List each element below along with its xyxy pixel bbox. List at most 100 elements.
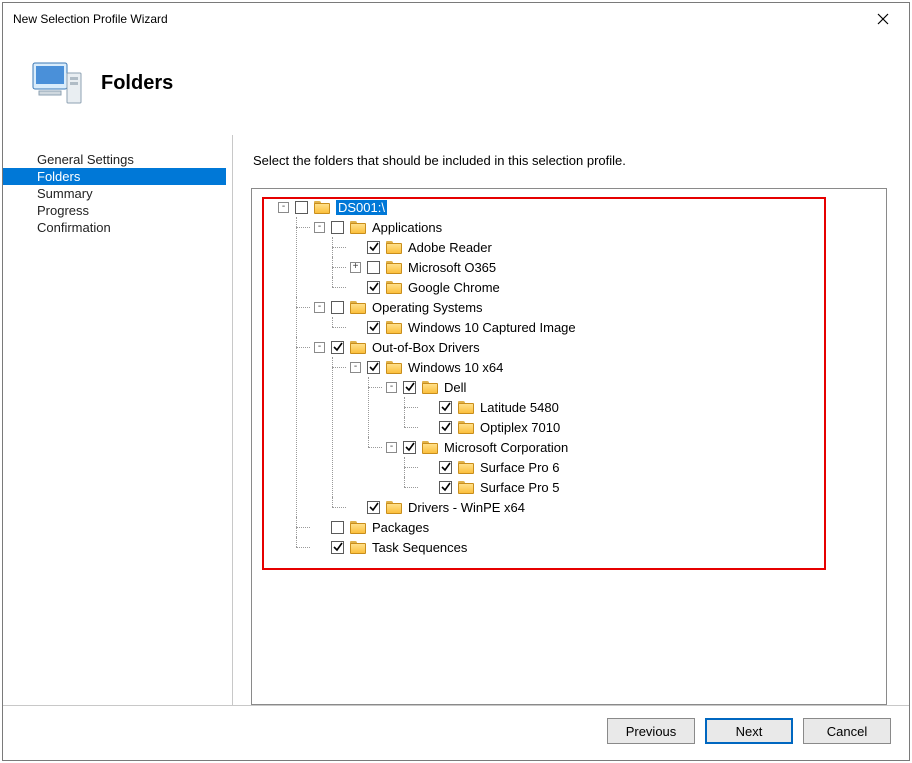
tree-node-label[interactable]: Packages	[372, 520, 429, 535]
tree-node: Windows 10 Captured Image	[332, 317, 882, 337]
tree-node-label[interactable]: Adobe Reader	[408, 240, 492, 255]
sidebar-item-confirmation[interactable]: Confirmation	[3, 219, 226, 236]
tree-node: - Operating Systems Windows 10 Captured Im…	[296, 297, 882, 337]
checkbox[interactable]	[403, 381, 416, 394]
folder-icon	[458, 480, 474, 494]
checkbox[interactable]	[331, 541, 344, 554]
checkbox[interactable]	[367, 241, 380, 254]
tree-row[interactable]: - Windows 10 x64	[350, 357, 503, 377]
tree-row[interactable]: Adobe Reader	[350, 237, 492, 257]
collapse-icon[interactable]: -	[314, 302, 325, 313]
tree-node: Surface Pro 6	[404, 457, 882, 477]
folder-icon	[350, 340, 366, 354]
cancel-button[interactable]: Cancel	[803, 718, 891, 744]
tree-node-label[interactable]: Drivers - WinPE x64	[408, 500, 525, 515]
checkbox[interactable]	[367, 501, 380, 514]
collapse-icon[interactable]: -	[386, 442, 397, 453]
tree-row[interactable]: + Microsoft O365	[350, 257, 496, 277]
tree-node: Packages	[296, 517, 882, 537]
tree-row[interactable]: Task Sequences	[314, 537, 467, 557]
tree-node-label[interactable]: Microsoft Corporation	[444, 440, 568, 455]
tree-node-label[interactable]: Windows 10 x64	[408, 360, 503, 375]
collapse-icon[interactable]: -	[386, 382, 397, 393]
tree-node-label[interactable]: Windows 10 Captured Image	[408, 320, 576, 335]
folder-icon	[350, 220, 366, 234]
wizard-body: General SettingsFoldersSummaryProgressCo…	[3, 135, 909, 705]
expand-icon[interactable]: +	[350, 262, 361, 273]
checkbox[interactable]	[367, 281, 380, 294]
tree-node-label[interactable]: Task Sequences	[372, 540, 467, 555]
tree-row[interactable]: - DS001:\	[278, 197, 387, 217]
folder-tree[interactable]: -DS001:\-ApplicationsAdobe Reader+Micros…	[256, 197, 882, 557]
next-button[interactable]: Next	[705, 718, 793, 744]
tree-node-label[interactable]: Out-of-Box Drivers	[372, 340, 480, 355]
tree-node: -DS001:\-ApplicationsAdobe Reader+Micros…	[260, 197, 882, 557]
folder-icon	[422, 380, 438, 394]
tree-node: Latitude 5480	[404, 397, 882, 417]
checkbox[interactable]	[367, 321, 380, 334]
tree-row[interactable]: Surface Pro 5	[422, 477, 560, 497]
tree-row[interactable]: Latitude 5480	[422, 397, 559, 417]
checkbox[interactable]	[439, 481, 452, 494]
tree-node: Google Chrome	[332, 277, 882, 297]
sidebar-item-summary[interactable]: Summary	[3, 185, 226, 202]
folder-icon	[350, 520, 366, 534]
checkbox[interactable]	[331, 521, 344, 534]
tree-row[interactable]: - Applications	[314, 217, 442, 237]
checkbox[interactable]	[367, 261, 380, 274]
checkbox[interactable]	[295, 201, 308, 214]
folder-icon	[350, 540, 366, 554]
folder-icon	[458, 460, 474, 474]
tree-row[interactable]: Drivers - WinPE x64	[350, 497, 525, 517]
checkbox[interactable]	[439, 421, 452, 434]
checkbox[interactable]	[331, 341, 344, 354]
tree-row[interactable]: Google Chrome	[350, 277, 500, 297]
folder-tree-panel[interactable]: -DS001:\-ApplicationsAdobe Reader+Micros…	[251, 188, 887, 705]
checkbox[interactable]	[403, 441, 416, 454]
checkbox[interactable]	[367, 361, 380, 374]
folder-icon	[386, 280, 402, 294]
wizard-header: Folders	[3, 35, 909, 135]
instruction-text: Select the folders that should be includ…	[253, 153, 887, 168]
window-title: New Selection Profile Wizard	[13, 12, 168, 26]
checkbox[interactable]	[331, 221, 344, 234]
close-icon	[877, 13, 889, 25]
tree-row[interactable]: Packages	[314, 517, 429, 537]
tree-node: Drivers - WinPE x64	[332, 497, 882, 517]
tree-row[interactable]: Surface Pro 6	[422, 457, 560, 477]
tree-row[interactable]: Windows 10 Captured Image	[350, 317, 576, 337]
folder-icon	[386, 360, 402, 374]
tree-node-label[interactable]: DS001:\	[336, 200, 387, 215]
tree-node-label[interactable]: Surface Pro 5	[480, 480, 560, 495]
sidebar-item-folders[interactable]: Folders	[3, 168, 226, 185]
checkbox[interactable]	[439, 401, 452, 414]
tree-node-label[interactable]: Applications	[372, 220, 442, 235]
collapse-icon[interactable]: -	[350, 362, 361, 373]
checkbox[interactable]	[331, 301, 344, 314]
close-button[interactable]	[863, 5, 903, 33]
tree-node-label[interactable]: Microsoft O365	[408, 260, 496, 275]
tree-node-label[interactable]: Dell	[444, 380, 466, 395]
tree-node-label[interactable]: Google Chrome	[408, 280, 500, 295]
collapse-icon[interactable]: -	[278, 202, 289, 213]
checkbox[interactable]	[439, 461, 452, 474]
tree-row[interactable]: Optiplex 7010	[422, 417, 560, 437]
tree-node: Optiplex 7010	[404, 417, 882, 437]
wizard-steps-sidebar: General SettingsFoldersSummaryProgressCo…	[3, 135, 233, 705]
tree-node-label[interactable]: Latitude 5480	[480, 400, 559, 415]
collapse-icon[interactable]: -	[314, 342, 325, 353]
tree-node-label[interactable]: Optiplex 7010	[480, 420, 560, 435]
sidebar-item-general-settings[interactable]: General Settings	[3, 151, 226, 168]
tree-row[interactable]: - Dell	[386, 377, 466, 397]
computer-icon	[29, 55, 85, 111]
tree-node-label[interactable]: Surface Pro 6	[480, 460, 560, 475]
tree-node: - Dell Latitude 5480 Optiplex 7010	[368, 377, 882, 437]
tree-row[interactable]: - Out-of-Box Drivers	[314, 337, 480, 357]
previous-button[interactable]: Previous	[607, 718, 695, 744]
collapse-icon[interactable]: -	[314, 222, 325, 233]
folder-icon	[458, 400, 474, 414]
sidebar-item-progress[interactable]: Progress	[3, 202, 226, 219]
tree-row[interactable]: - Operating Systems	[314, 297, 483, 317]
tree-node-label[interactable]: Operating Systems	[372, 300, 483, 315]
tree-row[interactable]: - Microsoft Corporation	[386, 437, 568, 457]
